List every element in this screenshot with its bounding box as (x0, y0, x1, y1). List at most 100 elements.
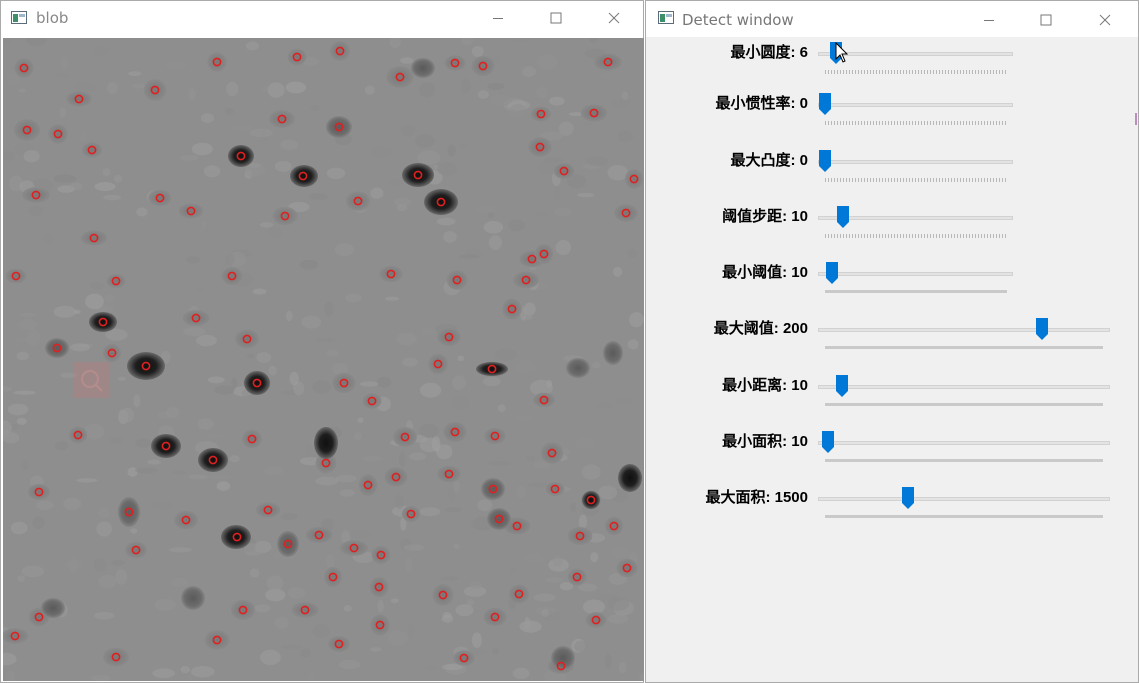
cell-blob (22, 187, 50, 203)
cell-blob (371, 546, 391, 564)
blob-detection-image (3, 38, 644, 681)
cell-blob (204, 630, 230, 650)
trackbar-5[interactable] (818, 272, 1013, 276)
trackbar-thumb[interactable] (821, 431, 834, 453)
cell-blob (207, 52, 227, 72)
trackbar-thumb[interactable] (902, 487, 915, 509)
cell-blob (567, 568, 587, 586)
dark-cell-blob (402, 163, 434, 187)
trackbar-thumb[interactable] (819, 93, 831, 115)
dark-cell-blob (151, 434, 181, 458)
trackbar-label: 最小距离: 10 (722, 377, 808, 394)
trackbar-3[interactable] (818, 160, 1013, 164)
trackbar-thumb[interactable] (826, 262, 839, 284)
cell-blob (326, 116, 352, 138)
cell-blob (125, 541, 147, 559)
cell-blob (624, 169, 644, 189)
cell-blob (545, 481, 565, 497)
maximize-button[interactable] (1023, 5, 1069, 35)
cell-blob (534, 244, 554, 264)
cell-blob (540, 442, 564, 464)
blob-window: blob (0, 0, 644, 683)
close-button[interactable] (1082, 5, 1128, 35)
trackbar-8[interactable] (818, 441, 1110, 445)
app-window-icon (658, 11, 674, 24)
dark-cell-blob (89, 312, 117, 332)
cell-blob (393, 427, 417, 447)
cell-blob (291, 602, 319, 618)
cell-blob (484, 427, 506, 445)
cell-blob (532, 392, 556, 408)
cell-blob (362, 393, 382, 409)
cell-blob (80, 230, 108, 246)
trackbar-ticks (825, 346, 1103, 349)
cell-blob (487, 508, 511, 530)
cell-blob (379, 265, 403, 283)
cell-blob (148, 189, 172, 207)
cell-blob (143, 79, 167, 101)
trackbar-ticks (825, 515, 1103, 518)
cell-blob (329, 41, 351, 61)
trackbar-ticks (825, 121, 1007, 125)
cell-blob (221, 267, 243, 285)
dark-cell-blob (314, 427, 338, 459)
cell-blob (66, 91, 92, 107)
trackbar-label: 最大面积: 1500 (705, 489, 808, 506)
minimize-button[interactable] (475, 3, 521, 33)
trackbar-ticks (825, 178, 1007, 182)
trackbar-thumb[interactable] (819, 150, 831, 172)
dark-cell-blob (476, 362, 508, 376)
trackbar-thumb[interactable] (837, 206, 850, 228)
trackbar-label: 最小面积: 10 (722, 433, 808, 450)
dark-cell-blob (228, 145, 254, 167)
cell-blob (305, 526, 333, 544)
cell-blob (173, 510, 199, 530)
cell-blob (181, 586, 205, 610)
cell-blob (14, 58, 34, 78)
minimize-icon (493, 18, 503, 19)
cell-blob (384, 467, 408, 487)
cell-blob (340, 540, 368, 556)
cell-blob (369, 576, 389, 598)
trackbar-label: 最小圆度: 6 (730, 44, 808, 61)
cell-blob (242, 429, 262, 449)
trackbar-thumb[interactable] (835, 375, 848, 397)
trackbar-thumb[interactable] (1035, 318, 1048, 340)
cell-blob (580, 104, 608, 122)
trackbar-ticks (825, 234, 1007, 238)
detect-titlebar[interactable]: Detect window (646, 1, 1138, 37)
cell-blob (444, 55, 466, 71)
dark-cell-blob (618, 464, 642, 492)
trackbar-7[interactable] (818, 385, 1110, 389)
mouse-cursor-icon (835, 42, 849, 63)
window-title: Detect window (682, 11, 794, 29)
cell-blob (370, 614, 390, 636)
maximize-button[interactable] (533, 3, 579, 33)
cell-blob (82, 142, 102, 158)
cell-blob (566, 358, 590, 378)
minimize-button[interactable] (966, 5, 1012, 35)
cell-blob (553, 163, 575, 179)
trackbar-ticks (825, 70, 1007, 74)
trackbar-6[interactable] (818, 328, 1110, 332)
close-button[interactable] (591, 3, 637, 33)
cell-blob (443, 421, 467, 443)
trackbar-label: 最小阈值: 10 (722, 264, 808, 281)
cell-blob (345, 191, 371, 211)
cell-blob (182, 310, 210, 326)
window-edge-fragment (1134, 111, 1138, 127)
cell-blob (103, 647, 129, 667)
trackbar-9[interactable] (818, 497, 1110, 501)
trackbar-label: 最小惯性率: 0 (715, 95, 808, 112)
trackbar-label: 最大阈值: 200 (713, 320, 808, 337)
trackbar-2[interactable] (818, 103, 1013, 107)
cell-blob (567, 527, 593, 545)
dark-cell-blob (290, 165, 318, 187)
dark-cell-blob (244, 371, 270, 395)
dark-cell-blob (221, 525, 251, 549)
cell-blob (483, 607, 507, 627)
blob-titlebar[interactable]: blob (1, 1, 643, 37)
trackbar-ticks (825, 459, 1103, 462)
window-title: blob (36, 9, 69, 27)
cell-blob (432, 584, 454, 606)
